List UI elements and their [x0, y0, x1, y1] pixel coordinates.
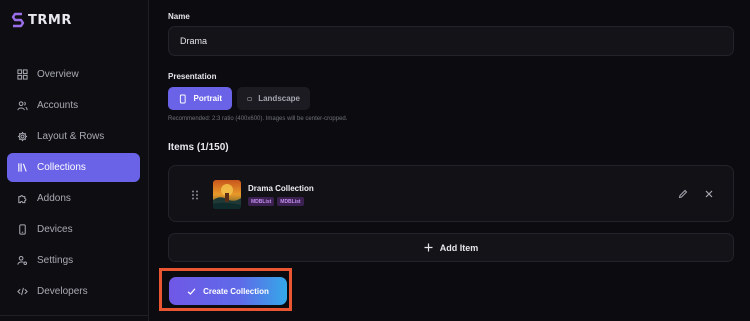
- plus-icon: [424, 243, 433, 252]
- puzzle-icon: [18, 195, 27, 204]
- portrait-label: Portrait: [193, 94, 222, 103]
- sidebar-item-label: Layout & Rows: [37, 131, 105, 142]
- users-icon: [17, 101, 28, 111]
- user-cog-icon: [17, 255, 28, 266]
- collection-form: Name Drama Presentation Portrait Landsca…: [150, 0, 750, 321]
- name-input-value: Drama: [180, 36, 208, 46]
- sidebar-item-label: Overview: [37, 69, 79, 80]
- landscape-icon: [247, 96, 253, 101]
- presentation-hint: Recommended: 2:3 ratio (400x600). Images…: [168, 116, 348, 122]
- app-logo[interactable]: TRMR: [11, 12, 72, 28]
- drag-handle-icon[interactable]: [191, 190, 199, 200]
- sidebar-item-label: Devices: [37, 224, 73, 235]
- edit-icon[interactable]: [678, 189, 688, 199]
- source-badge: MDBList: [277, 197, 304, 206]
- sidebar-item-collections[interactable]: Collections: [7, 153, 140, 182]
- sidebar-item-devices[interactable]: Devices: [7, 215, 140, 244]
- logo-s-icon: [11, 12, 25, 28]
- check-icon: [187, 287, 196, 295]
- sidebar-item-label: Settings: [37, 255, 74, 266]
- logo-text: TRMR: [28, 12, 72, 28]
- sidebar: TRMR Overview Accounts Layout & Rows Col…: [0, 0, 149, 321]
- sidebar-item-label: Addons: [37, 193, 71, 204]
- grid-icon: [17, 69, 28, 80]
- add-item-label: Add Item: [439, 242, 479, 253]
- close-icon[interactable]: [704, 189, 714, 199]
- gear-icon: [17, 131, 28, 142]
- create-collection-button[interactable]: Create Collection: [169, 277, 287, 305]
- presentation-label: Presentation: [168, 72, 217, 81]
- sidebar-item-settings[interactable]: Settings: [7, 246, 140, 275]
- items-title: Items (1/150): [168, 142, 229, 153]
- create-collection-label: Create Collection: [203, 286, 269, 296]
- sidebar-nav: Overview Accounts Layout & Rows Collecti…: [7, 60, 140, 308]
- library-icon: [18, 163, 27, 172]
- portrait-toggle[interactable]: Portrait: [168, 87, 232, 110]
- name-input[interactable]: Drama: [168, 26, 734, 56]
- landscape-toggle[interactable]: Landscape: [237, 87, 310, 110]
- name-label: Name: [168, 12, 190, 21]
- landscape-label: Landscape: [258, 94, 300, 103]
- sidebar-item-overview[interactable]: Overview: [7, 60, 140, 89]
- collection-thumbnail: [213, 180, 241, 209]
- sidebar-item-label: Developers: [37, 286, 88, 297]
- smartphone-icon: [19, 224, 26, 235]
- sidebar-footer: [0, 315, 149, 321]
- add-item-button[interactable]: Add Item: [168, 233, 734, 262]
- list-item: Drama Collection MDBList MDBList: [168, 165, 734, 222]
- sidebar-item-accounts[interactable]: Accounts: [7, 91, 140, 120]
- code-icon: [17, 287, 28, 296]
- sidebar-item-label: Accounts: [37, 100, 79, 111]
- sidebar-item-developers[interactable]: Developers: [7, 277, 140, 306]
- smartphone-icon: [179, 94, 186, 103]
- sidebar-item-label: Collections: [37, 162, 86, 173]
- source-badge: MDBList: [248, 197, 275, 206]
- sidebar-item-layout-rows[interactable]: Layout & Rows: [7, 122, 140, 151]
- sidebar-item-addons[interactable]: Addons: [7, 184, 140, 213]
- item-tags: MDBList MDBList: [248, 197, 304, 206]
- item-name: Drama Collection: [248, 184, 314, 193]
